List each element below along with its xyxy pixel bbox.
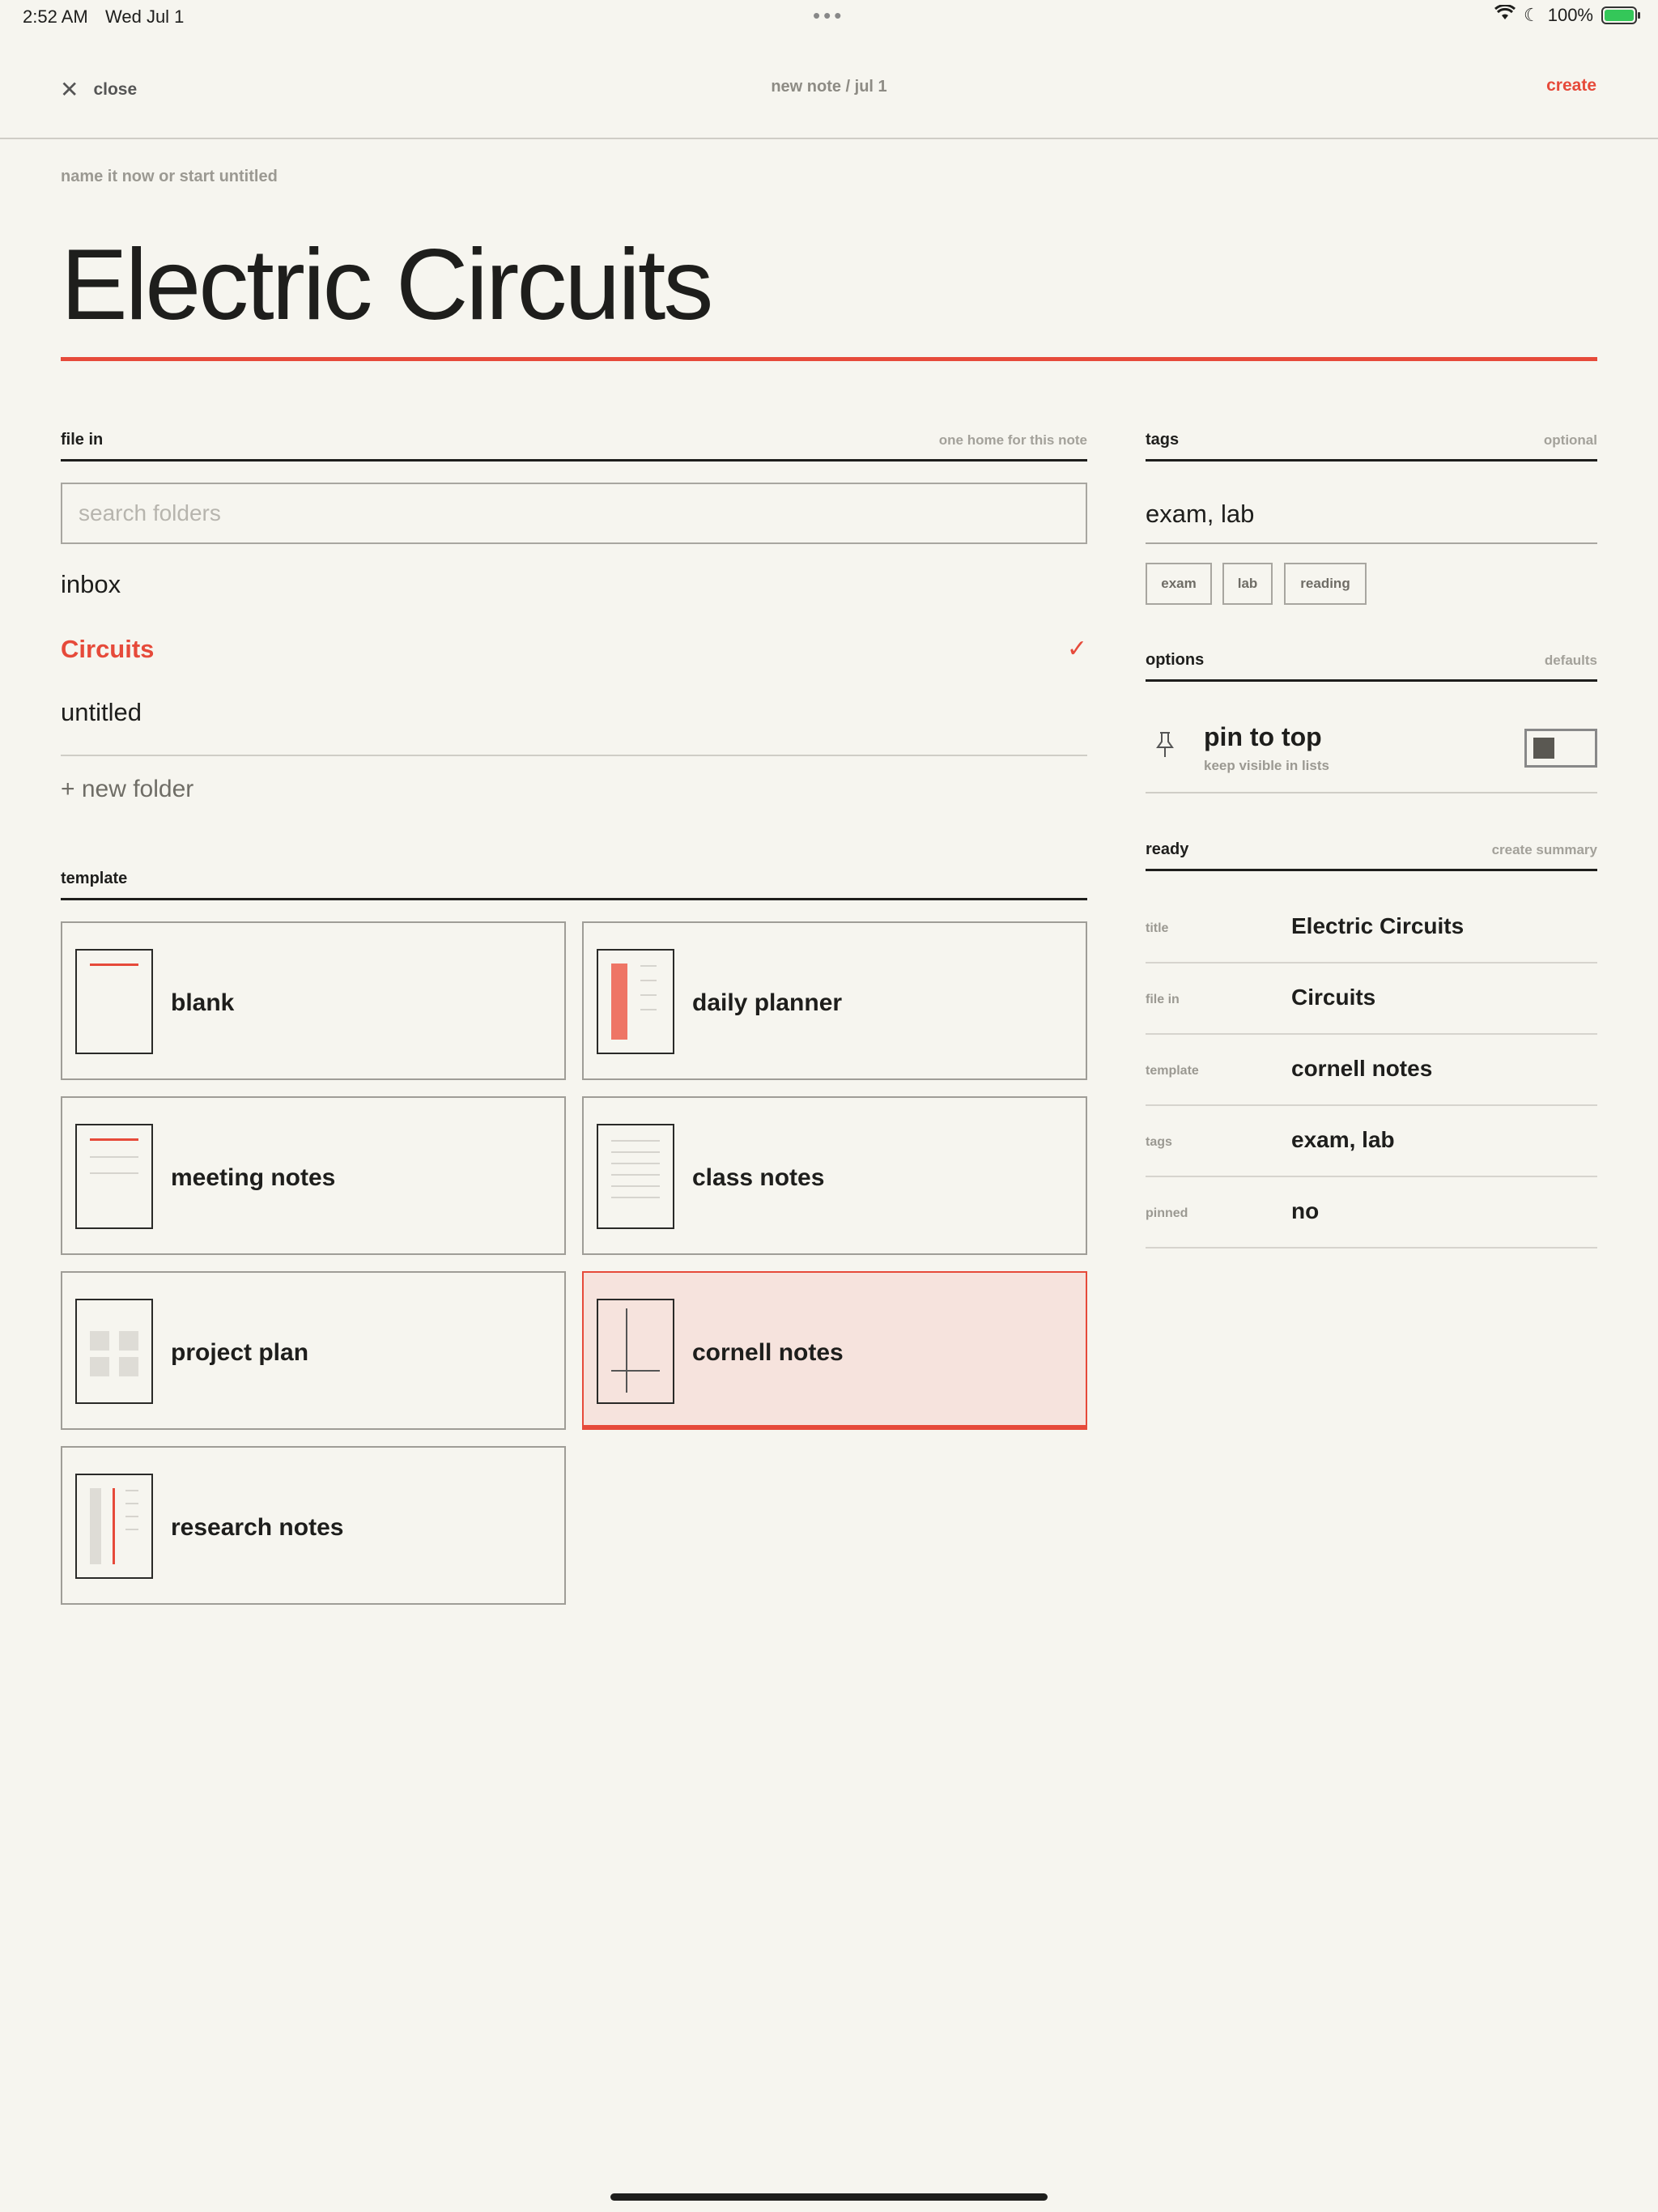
note-title-input[interactable] — [61, 212, 1597, 361]
template-header: template — [61, 860, 1087, 900]
summary-key: template — [1146, 1064, 1199, 1078]
tags-header: tags optional — [1146, 421, 1597, 462]
tag-chip-exam[interactable]: exam — [1146, 563, 1212, 605]
summary-row-title: title Electric Circuits — [1146, 892, 1597, 963]
options-header: options defaults — [1146, 641, 1597, 682]
pin-subtitle: keep visible in lists — [1204, 758, 1329, 773]
template-card-daily-planner[interactable]: daily planner — [582, 921, 1087, 1080]
research-notes-template-icon — [75, 1474, 153, 1579]
wifi-icon — [1494, 3, 1516, 26]
checkmark-icon: ✓ — [1066, 636, 1087, 662]
template-card-blank[interactable]: blank — [61, 921, 566, 1080]
summary-value: Circuits — [1291, 985, 1376, 1010]
nav-bar: ✕ close new note / jul 1 create — [0, 34, 1658, 139]
summary-key: pinned — [1146, 1206, 1188, 1220]
template-card-cornell-notes[interactable]: cornell notes — [582, 1271, 1087, 1430]
options-label: options — [1146, 651, 1205, 669]
template-name: research notes — [171, 1514, 344, 1541]
file-in-header: file in one home for this note — [61, 421, 1087, 462]
summary-key: tags — [1146, 1135, 1172, 1149]
summary-value: cornell notes — [1291, 1056, 1433, 1081]
battery-icon — [1601, 6, 1640, 24]
tags-hint: optional — [1543, 432, 1597, 448]
template-card-research-notes[interactable]: research notes — [61, 1446, 566, 1605]
folder-item-untitled[interactable]: untitled — [61, 687, 1087, 743]
multitasking-dots[interactable]: ••• — [813, 5, 844, 26]
tag-chip-lab[interactable]: lab — [1222, 563, 1273, 605]
divider — [61, 755, 1087, 756]
meeting-notes-template-icon — [75, 1124, 153, 1229]
template-name: meeting notes — [171, 1164, 336, 1191]
status-bar: 2:52 AM Wed Jul 1 ••• ☾ 100% — [0, 0, 1658, 34]
template-card-meeting-notes[interactable]: meeting notes — [61, 1096, 566, 1255]
folder-name: Circuits — [61, 635, 155, 663]
summary-header: ready create summary — [1146, 831, 1597, 871]
nav-title: new note / jul 1 — [771, 78, 887, 96]
moon-icon: ☾ — [1523, 5, 1540, 25]
folder-name: untitled — [61, 698, 142, 726]
template-label: template — [61, 870, 128, 887]
status-date: Wed Jul 1 — [105, 6, 185, 27]
summary-value: no — [1291, 1198, 1320, 1223]
blank-template-icon — [75, 949, 153, 1054]
title-eyebrow: name it now or start untitled — [61, 168, 278, 185]
template-name: blank — [171, 989, 235, 1016]
summary-row-template: template cornell notes — [1146, 1035, 1597, 1106]
template-card-project-plan[interactable]: project plan — [61, 1271, 566, 1430]
tags-label: tags — [1146, 431, 1180, 449]
summary-key: file in — [1146, 993, 1180, 1006]
battery-percent: 100% — [1547, 5, 1593, 25]
cornell-notes-template-icon — [597, 1299, 674, 1404]
home-indicator[interactable] — [610, 2193, 1048, 2201]
daily-planner-template-icon — [597, 949, 674, 1054]
summary-label: ready — [1146, 840, 1189, 858]
summary-row-tags: tags exam, lab — [1146, 1106, 1597, 1177]
status-time: 2:52 AM — [23, 6, 88, 27]
pin-to-top-option: pin to top keep visible in lists — [1146, 703, 1597, 793]
class-notes-template-icon — [597, 1124, 674, 1229]
summary-hint: create summary — [1491, 842, 1597, 857]
search-folders-input[interactable] — [61, 483, 1087, 544]
file-in-hint: one home for this note — [938, 432, 1087, 448]
new-note-screen: 2:52 AM Wed Jul 1 ••• ☾ 100% ✕ close new… — [0, 0, 1658, 2212]
template-name: cornell notes — [692, 1339, 844, 1366]
status-right: ☾ 100% — [1494, 3, 1640, 26]
file-in-label: file in — [61, 431, 104, 449]
pin-title: pin to top — [1204, 722, 1322, 751]
summary-row-pinned: pinned no — [1146, 1177, 1597, 1249]
tag-chip-reading[interactable]: reading — [1284, 563, 1367, 605]
folder-item-circuits[interactable]: Circuits ✓ — [61, 623, 1087, 680]
folder-name: inbox — [61, 570, 121, 598]
summary-value: exam, lab — [1291, 1127, 1395, 1152]
template-card-class-notes[interactable]: class notes — [582, 1096, 1087, 1255]
template-name: project plan — [171, 1339, 309, 1366]
toggle-knob — [1533, 738, 1554, 759]
create-button[interactable]: create — [1546, 76, 1596, 96]
summary-row-file-in: file in Circuits — [1146, 963, 1597, 1035]
template-name: daily planner — [692, 989, 843, 1016]
summary-value: Electric Circuits — [1291, 913, 1465, 938]
pin-icon — [1154, 730, 1176, 766]
summary-key: title — [1146, 921, 1169, 935]
new-folder-button[interactable]: + new folder — [61, 776, 193, 803]
options-hint: defaults — [1544, 653, 1597, 668]
folder-item-inbox[interactable]: inbox — [61, 559, 1087, 615]
tags-input[interactable] — [1146, 486, 1597, 544]
pin-toggle[interactable] — [1524, 729, 1597, 768]
template-name: class notes — [692, 1164, 825, 1191]
project-plan-template-icon — [75, 1299, 153, 1404]
